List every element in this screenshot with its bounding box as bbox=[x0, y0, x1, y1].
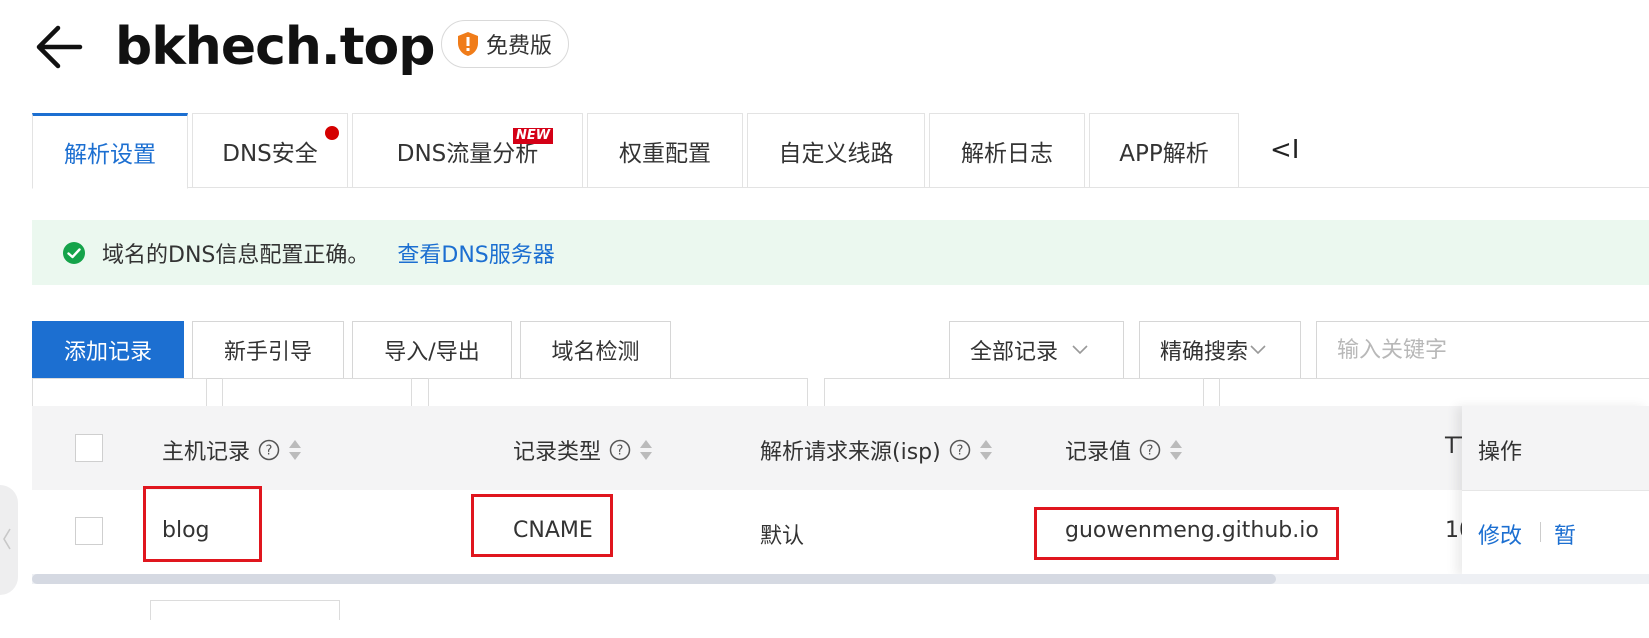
tab-resolve-log[interactable]: 解析日志 bbox=[929, 113, 1085, 188]
column-header-host: 主机记录 ? bbox=[162, 434, 302, 466]
help-icon[interactable]: ? bbox=[1139, 439, 1161, 461]
search-mode-select[interactable]: 精确搜索 bbox=[1139, 321, 1301, 379]
edit-record-link[interactable]: 修改 bbox=[1478, 518, 1522, 550]
notice-text: 域名的DNS信息配置正确。 bbox=[102, 242, 370, 268]
column-header-label: 记录值 bbox=[1065, 440, 1132, 465]
column-header-ops: 操作 bbox=[1478, 440, 1523, 465]
shield-icon bbox=[458, 32, 478, 56]
dropdown-fragment bbox=[428, 378, 808, 408]
tab-label: DNS安全 bbox=[222, 140, 318, 167]
pagination-fragment bbox=[150, 600, 340, 620]
side-panel-handle[interactable] bbox=[0, 485, 18, 595]
record-filter-select[interactable]: 全部记录 bbox=[949, 321, 1124, 379]
tab-weight-config[interactable]: 权重配置 bbox=[587, 113, 743, 188]
sort-icon[interactable] bbox=[1169, 438, 1183, 462]
dropdown-fragment bbox=[1219, 378, 1649, 408]
tabs-scroll-left-button[interactable]: <I bbox=[1270, 135, 1299, 165]
table-row[interactable] bbox=[32, 490, 1649, 574]
notification-dot bbox=[325, 126, 339, 140]
add-record-button[interactable]: 添加记录 bbox=[32, 321, 184, 379]
horizontal-scrollbar-thumb[interactable] bbox=[32, 574, 1276, 584]
row-checkbox[interactable] bbox=[75, 517, 103, 545]
select-all-checkbox[interactable] bbox=[75, 434, 103, 462]
column-header-label: 解析请求来源(isp) bbox=[760, 440, 941, 465]
domain-title: bkhech.top bbox=[115, 17, 435, 77]
highlight-box-value bbox=[1034, 507, 1339, 560]
pause-record-link[interactable]: 暂 bbox=[1554, 518, 1576, 550]
highlight-box-host bbox=[143, 486, 262, 562]
svg-text:?: ? bbox=[1147, 444, 1154, 459]
tab-app-resolve[interactable]: APP解析 bbox=[1089, 113, 1239, 188]
domain-check-button[interactable]: 域名检测 bbox=[520, 321, 671, 379]
svg-text:?: ? bbox=[266, 444, 273, 459]
back-button[interactable] bbox=[34, 22, 84, 72]
tab-label: 自定义线路 bbox=[778, 140, 894, 167]
new-tag: NEW bbox=[513, 128, 554, 144]
beginner-guide-button[interactable]: 新手引导 bbox=[192, 321, 344, 379]
select-value: 全部记录 bbox=[970, 340, 1059, 365]
column-header-isp: 解析请求来源(isp) ? bbox=[760, 434, 993, 466]
tab-label: 解析设置 bbox=[64, 142, 156, 168]
tab-dns-settings[interactable]: 解析设置 bbox=[32, 113, 188, 189]
cell-isp: 默认 bbox=[760, 524, 805, 549]
dropdown-fragment bbox=[32, 378, 207, 408]
tab-dns-traffic[interactable]: DNS流量分析 NEW bbox=[352, 113, 583, 188]
import-export-button[interactable]: 导入/导出 bbox=[352, 321, 512, 379]
keyword-search-input[interactable] bbox=[1316, 321, 1649, 379]
dns-status-notice: 域名的DNS信息配置正确。 查看DNS服务器 bbox=[32, 220, 1649, 285]
column-header-value: 记录值 ? bbox=[1065, 434, 1183, 466]
help-icon[interactable]: ? bbox=[949, 439, 971, 461]
sort-icon[interactable] bbox=[288, 438, 302, 462]
svg-text:?: ? bbox=[617, 444, 624, 459]
chevron-left-icon bbox=[3, 528, 11, 550]
op-divider bbox=[1540, 522, 1541, 542]
tab-label: 解析日志 bbox=[961, 140, 1053, 167]
svg-text:?: ? bbox=[956, 444, 963, 459]
view-dns-servers-link[interactable]: 查看DNS服务器 bbox=[397, 237, 554, 269]
operations-column: 操作 修改 暂 bbox=[1462, 406, 1649, 576]
chevron-down-icon bbox=[1250, 345, 1266, 355]
check-circle-icon bbox=[63, 241, 85, 264]
arrow-left-icon bbox=[36, 25, 83, 69]
sort-icon[interactable] bbox=[979, 438, 993, 462]
help-icon[interactable]: ? bbox=[609, 439, 631, 461]
column-header-type: 记录类型 ? bbox=[513, 434, 653, 466]
select-value: 精确搜索 bbox=[1160, 340, 1249, 365]
column-header-label: 记录类型 bbox=[513, 440, 602, 465]
sort-icon[interactable] bbox=[639, 438, 653, 462]
chevron-down-icon bbox=[1072, 345, 1088, 355]
badge-label: 免费版 bbox=[486, 34, 553, 59]
tab-dns-security[interactable]: DNS安全 bbox=[192, 113, 348, 188]
dropdown-fragment bbox=[824, 378, 1204, 408]
edition-badge: 免费版 bbox=[441, 20, 570, 68]
dropdown-fragment bbox=[222, 378, 412, 408]
tab-label: 权重配置 bbox=[619, 140, 711, 167]
tab-custom-line[interactable]: 自定义线路 bbox=[747, 113, 925, 188]
highlight-box-type bbox=[471, 494, 613, 557]
column-header-label: 主机记录 bbox=[162, 440, 251, 465]
tab-label: APP解析 bbox=[1119, 140, 1209, 167]
help-icon[interactable]: ? bbox=[258, 439, 280, 461]
